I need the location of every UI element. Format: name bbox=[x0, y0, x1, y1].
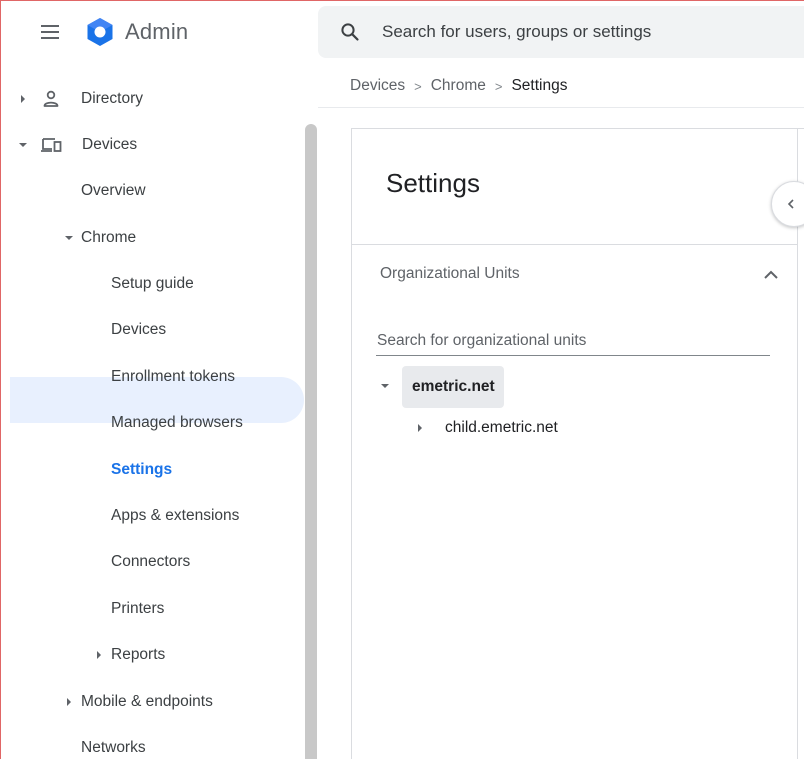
sidebar-item-chrome[interactable]: Chrome bbox=[65, 220, 136, 256]
search-input[interactable]: Search for users, groups or settings bbox=[382, 22, 651, 42]
sidebar-item-label: Networks bbox=[81, 739, 146, 756]
expand-caret-icon[interactable] bbox=[418, 424, 422, 432]
person-icon bbox=[43, 90, 59, 107]
sidebar-item-printers[interactable]: Printers bbox=[111, 591, 164, 627]
org-unit-child[interactable]: child.emetric.net bbox=[445, 419, 558, 437]
sidebar-item-devices[interactable]: Devices bbox=[19, 127, 137, 163]
breadcrumb-item-settings: Settings bbox=[511, 77, 568, 94]
sidebar-item-label: Connectors bbox=[111, 553, 191, 570]
collapse-caret-icon[interactable] bbox=[19, 143, 27, 147]
sidebar-item-chrome-devices[interactable]: Devices bbox=[111, 312, 166, 348]
page-title: Settings bbox=[386, 168, 480, 198]
collapse-caret-icon[interactable] bbox=[381, 384, 389, 388]
sidebar-item-label: Mobile & endpoints bbox=[81, 693, 213, 710]
sidebar-item-reports[interactable]: Reports bbox=[97, 637, 165, 673]
devices-icon bbox=[41, 138, 62, 152]
sidebar-item-label: Overview bbox=[81, 182, 146, 199]
org-unit-root[interactable]: emetric.net bbox=[402, 366, 504, 408]
chevron-left-icon bbox=[787, 199, 794, 209]
global-search-bar[interactable]: Search for users, groups or settings bbox=[318, 6, 804, 58]
card-divider bbox=[351, 244, 798, 245]
sidebar: Directory Devices Overview Chrome Setup … bbox=[1, 70, 316, 759]
sidebar-item-label: Apps & extensions bbox=[111, 507, 240, 524]
app-title[interactable]: Admin bbox=[125, 19, 188, 45]
sidebar-item-connectors[interactable]: Connectors bbox=[111, 544, 190, 580]
sidebar-item-directory[interactable]: Directory bbox=[21, 81, 143, 117]
chevron-up-icon[interactable] bbox=[762, 266, 780, 284]
expand-caret-icon[interactable] bbox=[21, 95, 25, 103]
sidebar-item-label: Reports bbox=[111, 646, 166, 663]
sidebar-item-label: Devices bbox=[82, 136, 138, 153]
sidebar-item-label: Settings bbox=[111, 461, 173, 478]
collapse-caret-icon[interactable] bbox=[65, 236, 73, 240]
search-icon[interactable] bbox=[340, 22, 360, 42]
sidebar-item-label: Chrome bbox=[81, 229, 137, 246]
sidebar-item-overview[interactable]: Overview bbox=[81, 173, 146, 209]
sidebar-item-label: Devices bbox=[111, 321, 167, 338]
sidebar-item-managed-browsers[interactable]: Managed browsers bbox=[111, 405, 243, 441]
sidebar-item-networks[interactable]: Networks bbox=[81, 730, 146, 759]
breadcrumb-separator: > bbox=[414, 78, 422, 94]
breadcrumb-item-devices[interactable]: Devices bbox=[350, 77, 405, 95]
sidebar-item-settings[interactable]: Settings bbox=[111, 452, 172, 488]
sidebar-item-setup-guide[interactable]: Setup guide bbox=[111, 266, 194, 302]
org-units-search-input[interactable] bbox=[376, 326, 770, 356]
sidebar-item-apps-extensions[interactable]: Apps & extensions bbox=[111, 498, 239, 534]
admin-logo-icon bbox=[87, 18, 113, 46]
expand-caret-icon[interactable] bbox=[97, 651, 101, 659]
sidebar-item-label: Setup guide bbox=[111, 275, 194, 292]
breadcrumb-divider bbox=[318, 107, 804, 108]
breadcrumb: Devices > Chrome > Settings bbox=[350, 77, 567, 95]
sidebar-item-label: Enrollment tokens bbox=[111, 368, 236, 385]
breadcrumb-item-chrome[interactable]: Chrome bbox=[431, 77, 486, 95]
settings-card bbox=[351, 128, 804, 759]
hamburger-menu-icon[interactable] bbox=[38, 20, 62, 44]
expand-caret-icon[interactable] bbox=[67, 698, 71, 706]
sidebar-item-mobile-endpoints[interactable]: Mobile & endpoints bbox=[67, 684, 213, 720]
sidebar-item-label: Managed browsers bbox=[111, 414, 243, 431]
sidebar-item-label: Directory bbox=[81, 90, 144, 107]
sidebar-item-enrollment-tokens[interactable]: Enrollment tokens bbox=[111, 359, 235, 395]
sidebar-item-label: Printers bbox=[111, 600, 165, 617]
org-units-header: Organizational Units bbox=[380, 265, 520, 282]
sidebar-scrollbar[interactable] bbox=[305, 124, 317, 759]
breadcrumb-separator: > bbox=[494, 78, 503, 94]
